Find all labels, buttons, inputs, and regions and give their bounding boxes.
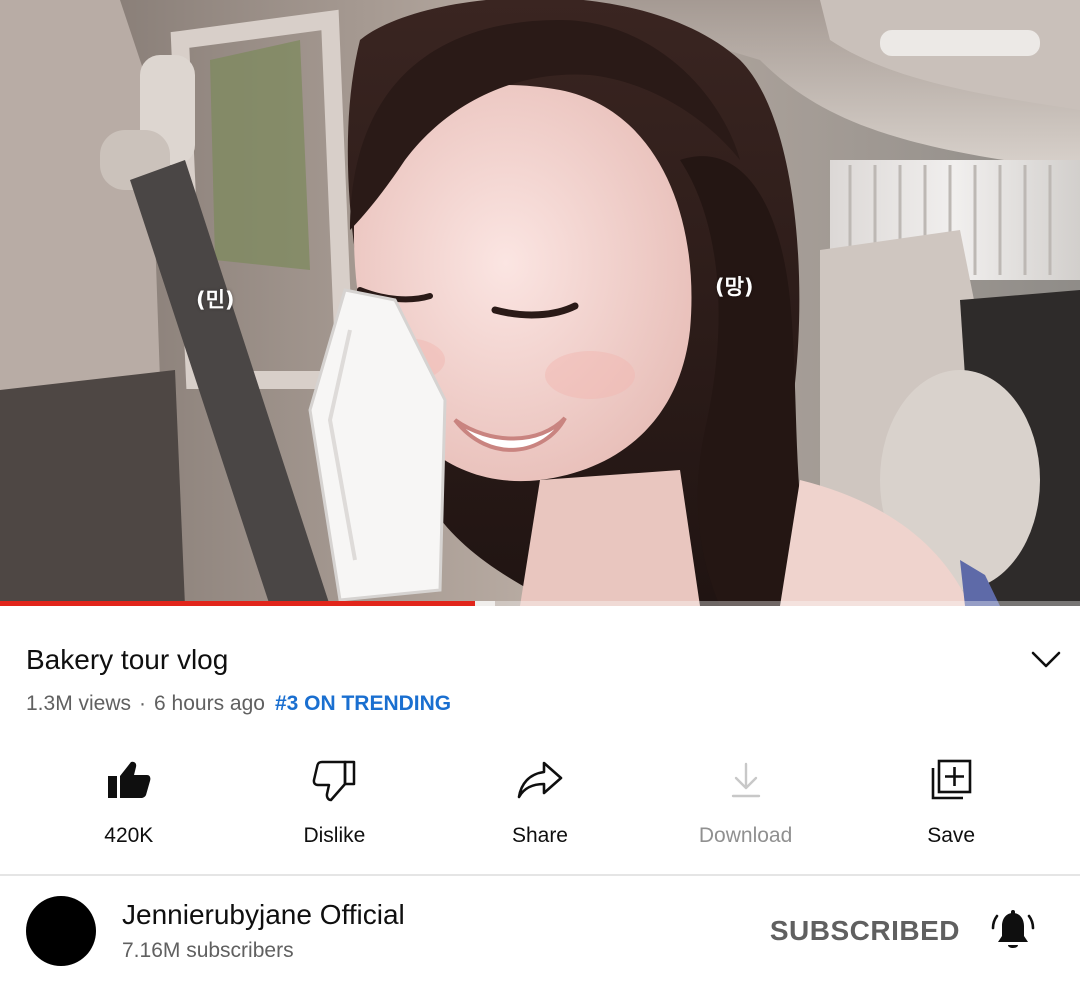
- save-label: Save: [927, 824, 976, 847]
- video-caption-right: (망): [715, 275, 754, 299]
- video-title[interactable]: Bakery tour vlog: [26, 644, 228, 676]
- expand-description-button[interactable]: [1026, 640, 1066, 680]
- share-icon: [516, 756, 564, 804]
- bell-icon: [991, 910, 1035, 948]
- video-metadata: 1.3M views · 6 hours ago #3 ON TRENDING: [26, 692, 1054, 716]
- download-label: Download: [698, 824, 793, 847]
- share-label: Share: [511, 824, 568, 847]
- upload-age: 6 hours ago: [154, 692, 265, 715]
- thumbs-down-icon: [310, 756, 358, 804]
- save-button[interactable]: Save: [848, 756, 1054, 874]
- channel-row[interactable]: Jennierubyjane Official 7.16M subscriber…: [0, 876, 1080, 985]
- thumbs-up-icon: [105, 756, 153, 804]
- download-icon: [722, 756, 770, 804]
- download-button[interactable]: Download: [643, 756, 849, 874]
- subscriber-count: 7.16M subscribers: [122, 939, 294, 962]
- like-button[interactable]: 420K: [26, 756, 232, 874]
- channel-avatar[interactable]: [26, 896, 96, 966]
- channel-name[interactable]: Jennierubyjane Official: [122, 899, 770, 931]
- view-count: 1.3M views: [26, 692, 132, 715]
- video-frame: [0, 0, 1080, 606]
- add-to-playlist-icon: [927, 756, 975, 804]
- share-button[interactable]: Share: [437, 756, 643, 874]
- video-info: Bakery tour vlog 1.3M views · 6 hours ag…: [0, 606, 1080, 874]
- notification-bell-button[interactable]: [990, 908, 1036, 954]
- subscribed-button[interactable]: SUBSCRIBED: [770, 915, 960, 947]
- dislike-button[interactable]: Dislike: [232, 756, 438, 874]
- channel-info: Jennierubyjane Official 7.16M subscriber…: [122, 899, 770, 963]
- like-count: 420K: [104, 824, 154, 847]
- meta-separator: ·: [139, 692, 147, 715]
- action-bar: 420K Dislike Share Download Save: [26, 716, 1054, 874]
- video-player[interactable]: (민) (망): [0, 0, 1080, 606]
- chevron-down-icon: [1031, 651, 1061, 668]
- video-caption-left: (민): [196, 288, 235, 312]
- title-row: Bakery tour vlog: [26, 606, 1061, 706]
- dislike-label: Dislike: [303, 824, 366, 847]
- trending-link[interactable]: #3 ON TRENDING: [275, 692, 451, 716]
